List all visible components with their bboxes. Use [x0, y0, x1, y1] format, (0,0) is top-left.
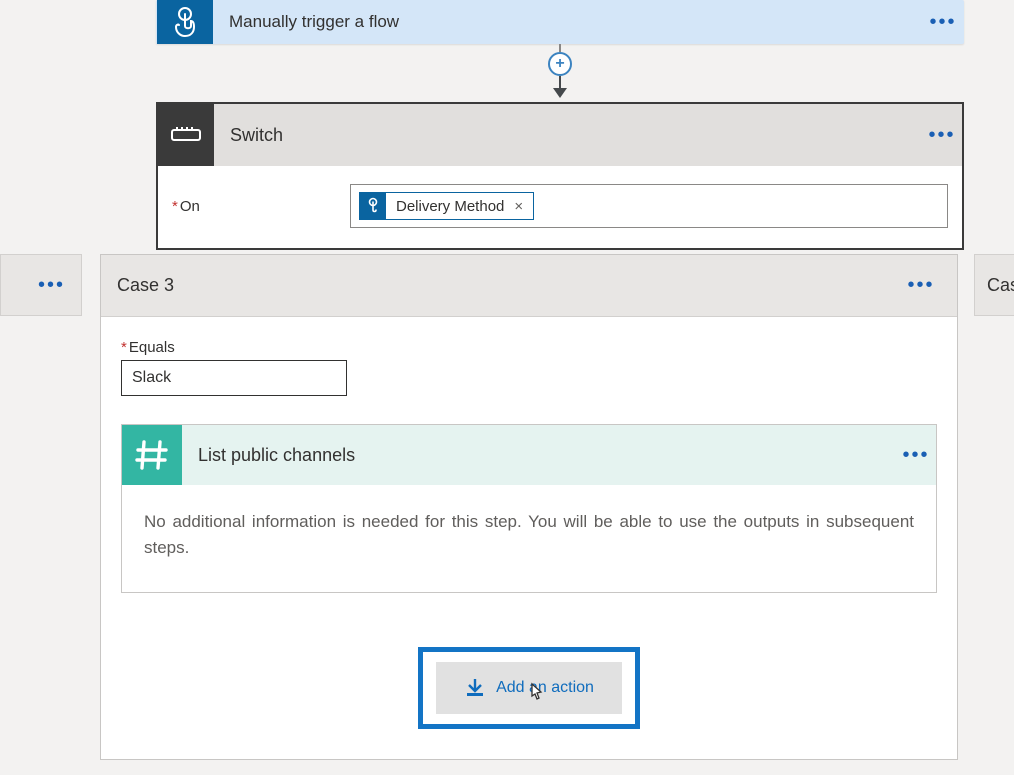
switch-icon [171, 126, 201, 144]
slack-action-description: No additional information is needed for … [122, 485, 936, 592]
add-step-button[interactable]: + [548, 52, 572, 76]
trigger-menu-button[interactable]: ••• [923, 11, 963, 34]
case-3-menu-button[interactable]: ••• [901, 274, 941, 297]
slack-action-header: List public channels ••• [122, 425, 936, 485]
trigger-title: Manually trigger a flow [213, 12, 923, 32]
on-label-text: On [180, 198, 200, 215]
next-case-title-fragment: Cas [987, 275, 1014, 296]
slack-icon-container [122, 425, 182, 485]
slack-action-title: List public channels [182, 445, 896, 466]
add-action-highlight: Add an action [418, 647, 640, 729]
equals-label: *Equals [121, 339, 937, 356]
slack-hash-icon [135, 438, 169, 472]
trigger-card[interactable]: Manually trigger a flow ••• [156, 0, 964, 44]
insert-action-icon [464, 677, 486, 699]
case-3-title: Case 3 [117, 275, 901, 296]
connector-line [559, 76, 561, 88]
touch-icon [171, 6, 199, 38]
equals-label-text: Equals [129, 339, 175, 356]
prev-case-menu[interactable]: ••• [38, 274, 65, 297]
connector-line [559, 44, 561, 52]
switch-icon-container [158, 104, 214, 166]
trigger-icon-container [157, 0, 213, 44]
token-label: Delivery Method [396, 198, 504, 215]
switch-body: *On Delivery Method × [158, 166, 962, 248]
slack-action-menu-button[interactable]: ••• [896, 444, 936, 467]
switch-on-input[interactable]: Delivery Method × [350, 184, 948, 228]
switch-card[interactable]: Switch ••• *On Delivery Method × [156, 102, 964, 250]
case-3-body: *Equals List public channels ••• No addi… [101, 317, 957, 759]
switch-menu-button[interactable]: ••• [922, 124, 962, 147]
switch-on-label: *On [172, 198, 342, 215]
switch-title: Switch [214, 125, 922, 146]
equals-input[interactable] [121, 360, 347, 396]
case-3-header[interactable]: Case 3 ••• [101, 255, 957, 317]
arrow-down-icon [553, 88, 567, 98]
cursor-pointer-icon [525, 682, 545, 706]
add-action-button[interactable]: Add an action [436, 662, 622, 714]
required-indicator: * [172, 198, 178, 215]
flow-connector: + [548, 44, 572, 102]
required-indicator: * [121, 339, 127, 356]
dynamic-token-delivery-method[interactable]: Delivery Method × [359, 192, 534, 220]
touch-icon [360, 193, 386, 219]
case-prev-peek[interactable]: ••• [0, 254, 82, 316]
case-3-card: Case 3 ••• *Equals List public channels … [100, 254, 958, 760]
slack-list-channels-card[interactable]: List public channels ••• No additional i… [121, 424, 937, 593]
case-next-peek[interactable]: Cas [974, 254, 1014, 316]
switch-header: Switch ••• [158, 104, 962, 166]
token-remove-button[interactable]: × [504, 198, 533, 215]
